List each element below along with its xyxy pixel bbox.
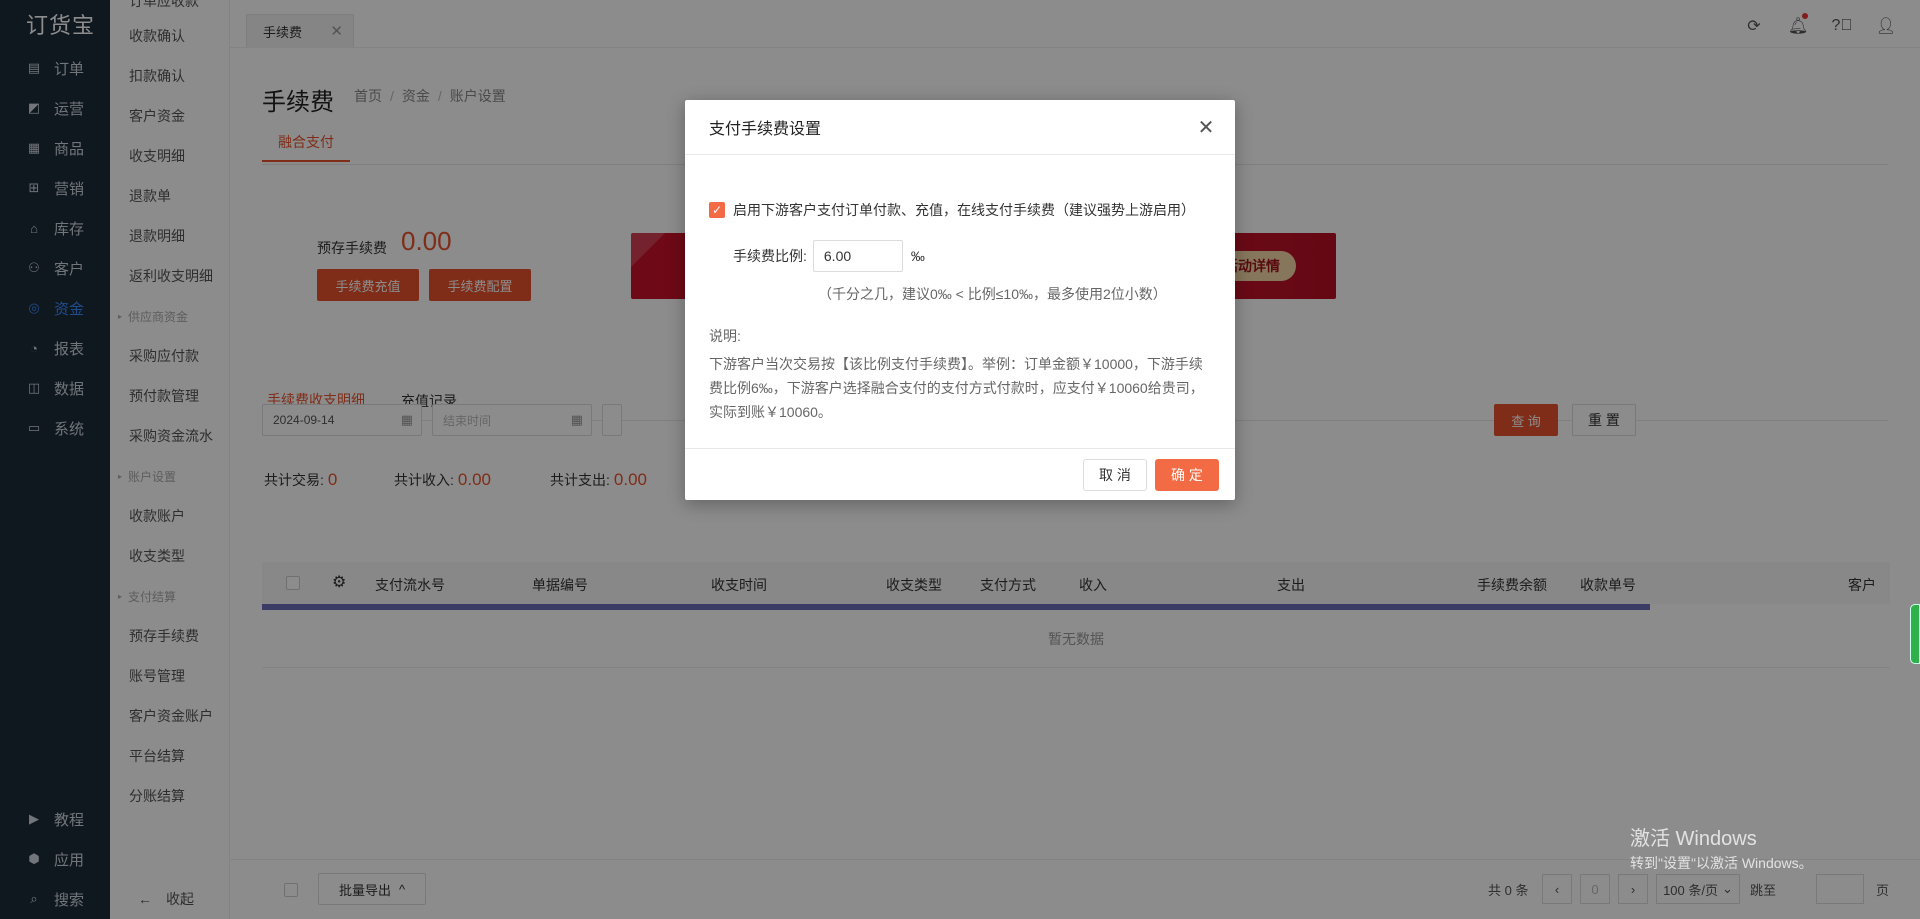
enable-fee-checkbox-row[interactable]: ✓ 启用下游客户支付订单付款、充值，在线支付手续费（建议强势上游启用） xyxy=(709,200,1195,220)
side-floating-widget[interactable] xyxy=(1910,604,1920,664)
description-title: 说明: xyxy=(709,328,741,344)
description-text: 下游客户当次交易按【该比例支付手续费】。举例：订单金额￥10000，下游手续费比… xyxy=(709,356,1204,420)
close-icon[interactable]: ✕ xyxy=(1195,116,1217,139)
fee-rate-unit: ‰ xyxy=(910,248,925,264)
dialog-title: 支付手续费设置 xyxy=(685,100,1235,155)
fee-rate-row: 手续费比例: 6.00 ‰ xyxy=(733,240,925,272)
app-root: 订货宝 ▤ 订单 ◩ 运营 ▦ 商品 ⊞ 营销 ⌂ 库存 ⚇ 客户 ◎ 资金 ◔ 报表 ◫ 数据 ▭ 系统 ▶ 教程 ⬢ 应… xyxy=(0,0,1920,919)
dialog-footer: 取 消 确 定 xyxy=(685,448,1235,500)
fee-rate-label: 手续费比例: xyxy=(733,248,807,264)
payment-fee-settings-dialog: 支付手续费设置 ✕ ✓ 启用下游客户支付订单付款、充值，在线支付手续费（建议强势… xyxy=(685,100,1235,500)
enable-fee-checkbox[interactable]: ✓ xyxy=(709,202,725,218)
fee-rate-input[interactable]: 6.00 xyxy=(812,240,903,272)
windows-activation-watermark: 激活 Windows 转到"设置"以激活 Windows。 xyxy=(1630,828,1813,871)
enable-fee-label: 启用下游客户支付订单付款、充值，在线支付手续费（建议强势上游启用） xyxy=(733,202,1195,218)
confirm-button[interactable]: 确 定 xyxy=(1155,459,1219,491)
fee-rate-hint: （千分之几，建议0‰ < 比例≤10‰，最多使用2位小数） xyxy=(818,286,1167,302)
cancel-button[interactable]: 取 消 xyxy=(1083,459,1147,491)
